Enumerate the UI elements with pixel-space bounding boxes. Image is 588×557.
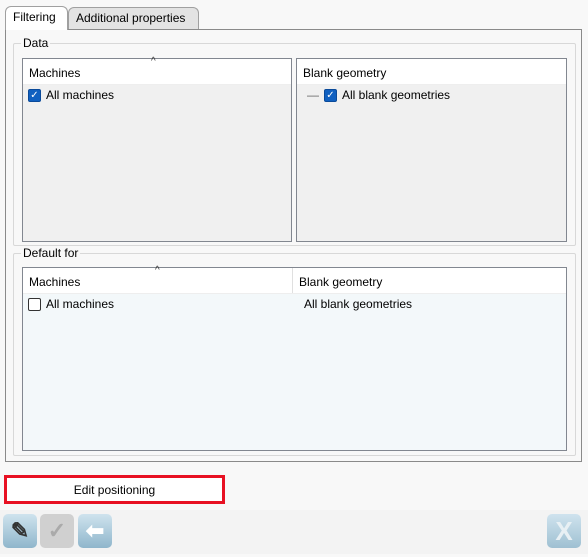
data-group-title: Data — [21, 36, 51, 50]
column-blank-geometry[interactable]: Blank geometry — [293, 268, 388, 293]
tab-additional-properties[interactable]: Additional properties — [68, 7, 199, 29]
sort-ascending-icon: ^ — [151, 56, 156, 67]
blank-geometry-list[interactable]: Blank geometry — ✓ All blank geometries — [296, 58, 567, 242]
checkbox-unchecked[interactable] — [28, 297, 41, 311]
machines-header[interactable]: ^ Machines — [23, 56, 291, 85]
machines-list[interactable]: ^ Machines ✓ All machines — [22, 56, 292, 242]
item-label: All machines — [46, 88, 115, 102]
default-for-table[interactable]: ^ Machines Blank geometry All machines Al… — [22, 265, 567, 451]
back-arrow-icon[interactable]: ⬅ — [78, 514, 112, 548]
button-label: Edit positioning — [73, 483, 156, 497]
tab-panel: Data ^ Machines ✓ All machines Blank geome… — [5, 29, 582, 462]
close-x-icon[interactable]: X — [547, 514, 581, 548]
data-group: Data ^ Machines ✓ All machines Blank geome… — [13, 36, 576, 246]
tree-line-icon: — — [307, 88, 319, 102]
default-for-title: Default for — [21, 246, 81, 260]
column-label: Blank geometry — [299, 275, 383, 289]
cell-machine: All machines — [46, 297, 115, 311]
tab-filtering[interactable]: Filtering — [5, 6, 68, 30]
table-row[interactable]: All machines All blank geometries — [23, 294, 566, 314]
sort-ascending-icon: ^ — [155, 265, 160, 276]
blank-geometry-header[interactable]: Blank geometry — [297, 59, 566, 85]
pencil-icon[interactable]: ✎ — [3, 514, 37, 548]
header-label: Machines — [29, 66, 81, 80]
column-label: Machines — [29, 275, 81, 289]
edit-positioning-button[interactable]: Edit positioning — [4, 475, 225, 504]
item-label: All blank geometries — [342, 88, 451, 102]
checkbox-checked[interactable]: ✓ — [28, 88, 41, 102]
cell-blank-geometry: All blank geometries — [304, 297, 413, 311]
default-for-group: Default for ^ Machines Blank geometry All… — [13, 246, 576, 456]
check-icon: ✓ — [40, 514, 74, 548]
checkbox-checked[interactable]: ✓ — [324, 88, 337, 102]
list-item[interactable]: ✓ All machines — [23, 85, 291, 105]
header-label: Blank geometry — [303, 66, 387, 80]
column-machines[interactable]: ^ Machines — [23, 265, 293, 293]
list-item[interactable]: — ✓ All blank geometries — [297, 85, 566, 105]
table-header: ^ Machines Blank geometry — [23, 265, 566, 294]
